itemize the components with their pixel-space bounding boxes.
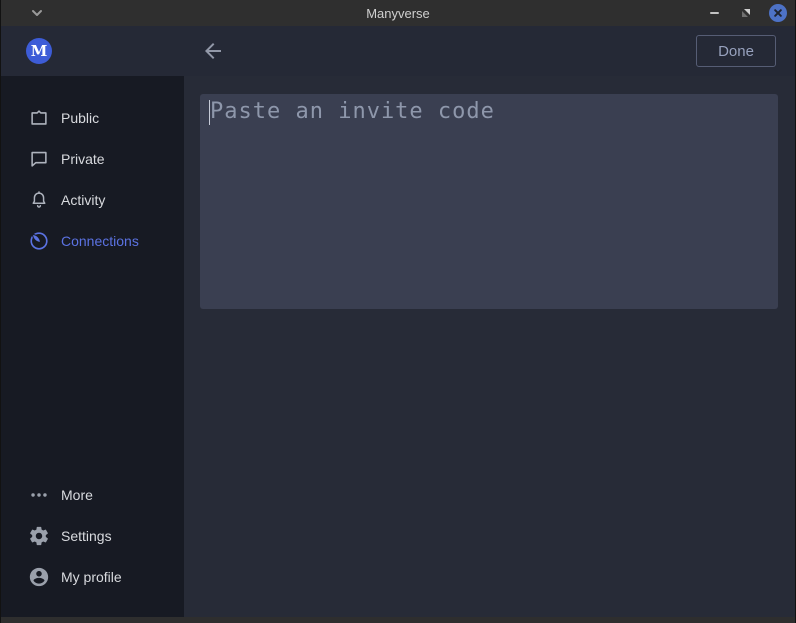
body: Public Private Activity: [1, 76, 795, 617]
board-icon: [28, 107, 50, 129]
close-icon[interactable]: [769, 4, 787, 22]
sidebar-item-connections[interactable]: Connections: [1, 220, 184, 261]
sidebar-item-label: My profile: [61, 569, 122, 585]
invite-code-input[interactable]: [200, 94, 778, 309]
window-controls: [705, 0, 787, 26]
person-icon: [28, 566, 50, 588]
minimize-icon[interactable]: [705, 4, 723, 22]
sidebar-item-settings[interactable]: Settings: [1, 515, 184, 556]
sidebar-item-label: Private: [61, 151, 105, 167]
text-caret: [209, 100, 210, 125]
main-content: [184, 76, 795, 617]
sidebar-item-more[interactable]: More: [1, 474, 184, 515]
sidebar-item-private[interactable]: Private: [1, 138, 184, 179]
window-title: Manyverse: [1, 6, 795, 21]
sidebar-item-label: More: [61, 487, 93, 503]
back-arrow-icon[interactable]: [201, 39, 225, 63]
invite-input-wrap: [200, 94, 778, 309]
restore-window-icon[interactable]: [737, 4, 755, 22]
ellipsis-icon: [28, 484, 50, 506]
sidebar-item-activity[interactable]: Activity: [1, 179, 184, 220]
gear-icon: [28, 525, 50, 547]
sidebar-item-label: Public: [61, 110, 99, 126]
sidebar-item-my-profile[interactable]: My profile: [1, 556, 184, 597]
manyverse-logo: M: [26, 38, 52, 64]
sidebar: Public Private Activity: [1, 76, 184, 617]
sidebar-bottom: More Settings My profile: [1, 474, 184, 617]
sidebar-item-label: Connections: [61, 233, 139, 249]
topbar: M Done: [1, 26, 795, 76]
sidebar-item-label: Activity: [61, 192, 105, 208]
sidebar-item-public[interactable]: Public: [1, 97, 184, 138]
window-bottom-edge: [1, 617, 795, 623]
titlebar: Manyverse: [1, 0, 795, 26]
sidebar-spacer: [1, 261, 184, 474]
connections-icon: [28, 230, 50, 252]
window-menu-chevron-icon[interactable]: [29, 6, 45, 20]
manyverse-window: Manyverse M Done Public: [0, 0, 796, 623]
chat-bubble-icon: [28, 148, 50, 170]
sidebar-item-label: Settings: [61, 528, 112, 544]
done-button[interactable]: Done: [696, 35, 776, 67]
bell-icon: [28, 189, 50, 211]
